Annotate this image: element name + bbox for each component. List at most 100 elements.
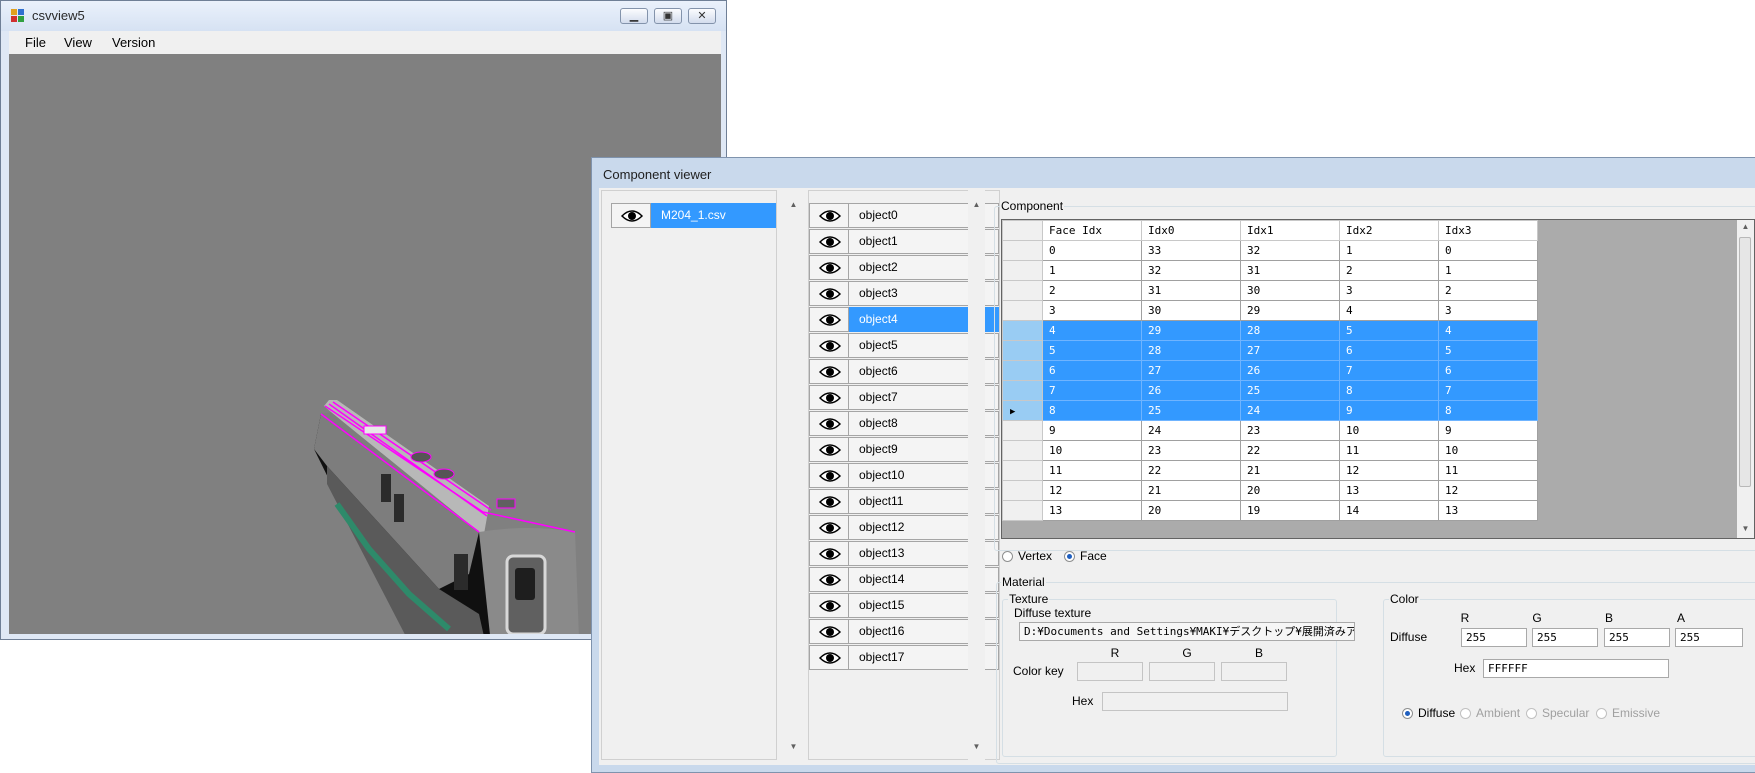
table-cell[interactable]: 32 — [1141, 260, 1241, 281]
component-viewer-titlebar[interactable]: Component viewer — [592, 158, 1755, 186]
table-row[interactable]: ▶ 8 25 24 9 8 — [1002, 400, 1538, 421]
table-cell[interactable]: 25 — [1240, 380, 1340, 401]
table-cell[interactable]: 11 — [1339, 440, 1439, 461]
table-cell[interactable]: 26 — [1240, 360, 1340, 381]
table-cell[interactable]: 31 — [1141, 280, 1241, 301]
table-cell[interactable]: 7 — [1438, 380, 1538, 401]
object-list-scrollbar[interactable]: ▲ ▼ — [968, 190, 985, 760]
table-cell[interactable]: 22 — [1240, 440, 1340, 461]
object-visibility-toggle[interactable] — [809, 567, 849, 592]
color-g-field[interactable]: 255 — [1532, 628, 1598, 647]
table-cell[interactable]: 10 — [1438, 440, 1538, 461]
row-header[interactable] — [1002, 500, 1043, 521]
table-cell[interactable]: 11 — [1438, 460, 1538, 481]
table-row[interactable]: 11 22 21 12 11 — [1002, 460, 1538, 481]
table-cell[interactable]: 6 — [1042, 360, 1142, 381]
row-header[interactable] — [1002, 320, 1043, 341]
table-cell[interactable]: 13 — [1438, 500, 1538, 521]
table-cell[interactable]: 9 — [1438, 420, 1538, 441]
table-cell[interactable]: 2 — [1339, 260, 1439, 281]
object-visibility-toggle[interactable] — [809, 385, 849, 410]
table-cell[interactable]: 2 — [1438, 280, 1538, 301]
table-cell[interactable]: 4 — [1339, 300, 1439, 321]
row-header[interactable] — [1002, 440, 1043, 461]
table-cell[interactable]: 10 — [1339, 420, 1439, 441]
table-cell[interactable]: 3 — [1339, 280, 1439, 301]
menu-version[interactable]: Version — [112, 35, 155, 50]
table-cell[interactable]: 14 — [1339, 500, 1439, 521]
object-visibility-toggle[interactable] — [809, 281, 849, 306]
table-cell[interactable]: 12 — [1042, 480, 1142, 501]
table-cell[interactable]: 13 — [1042, 500, 1142, 521]
scroll-up-icon[interactable]: ▲ — [785, 200, 802, 209]
table-cell[interactable]: 13 — [1339, 480, 1439, 501]
table-cell[interactable]: 5 — [1438, 340, 1538, 361]
object-visibility-toggle[interactable] — [809, 255, 849, 280]
table-row[interactable]: 5 28 27 6 5 — [1002, 340, 1538, 361]
object-visibility-toggle[interactable] — [809, 593, 849, 618]
table-cell[interactable]: 2 — [1042, 280, 1142, 301]
table-cell[interactable]: 4 — [1042, 320, 1142, 341]
table-cell[interactable]: 6 — [1339, 340, 1439, 361]
row-header[interactable] — [1002, 240, 1043, 261]
scroll-up-icon[interactable]: ▲ — [1737, 222, 1754, 231]
component-grid[interactable]: Face Idx Idx0 Idx1 Idx2 Idx3 0 33 32 1 0 1 32 31 2 1 2 3… — [1001, 219, 1755, 539]
table-cell[interactable]: 5 — [1339, 320, 1439, 341]
table-row[interactable]: 2 31 30 3 2 — [1002, 280, 1538, 301]
object-visibility-toggle[interactable] — [809, 645, 849, 670]
color-emissive-radio[interactable]: Emissive — [1596, 706, 1660, 720]
colorkey-r-field[interactable] — [1077, 662, 1143, 681]
table-cell[interactable]: 0 — [1042, 240, 1142, 261]
row-header[interactable] — [1002, 340, 1043, 361]
color-b-field[interactable]: 255 — [1604, 628, 1670, 647]
row-header[interactable] — [1002, 420, 1043, 441]
table-cell[interactable]: 31 — [1240, 260, 1340, 281]
table-cell[interactable]: 8 — [1438, 400, 1538, 421]
table-row[interactable]: 13 20 19 14 13 — [1002, 500, 1538, 521]
object-visibility-toggle[interactable] — [809, 333, 849, 358]
table-row[interactable]: 6 27 26 7 6 — [1002, 360, 1538, 381]
table-cell[interactable]: 11 — [1042, 460, 1142, 481]
file-item[interactable]: M204_1.csv — [651, 203, 776, 228]
object-visibility-toggle[interactable] — [809, 463, 849, 488]
row-header[interactable] — [1002, 480, 1043, 501]
object-visibility-toggle[interactable] — [809, 515, 849, 540]
color-hex-field[interactable]: FFFFFF — [1483, 659, 1669, 678]
color-specular-radio[interactable]: Specular — [1526, 706, 1589, 720]
table-row[interactable]: 10 23 22 11 10 — [1002, 440, 1538, 461]
table-cell[interactable]: 4 — [1438, 320, 1538, 341]
table-row[interactable]: 3 30 29 4 3 — [1002, 300, 1538, 321]
grid-scrollbar[interactable]: ▲ ▼ — [1737, 220, 1754, 538]
column-header[interactable]: Face Idx — [1042, 220, 1142, 241]
table-cell[interactable]: 12 — [1339, 460, 1439, 481]
table-cell[interactable]: 8 — [1042, 400, 1142, 421]
table-cell[interactable]: 32 — [1240, 240, 1340, 261]
table-row[interactable]: 4 29 28 5 4 — [1002, 320, 1538, 341]
scroll-down-icon[interactable]: ▼ — [1737, 524, 1754, 533]
table-cell[interactable]: 24 — [1141, 420, 1241, 441]
object-visibility-toggle[interactable] — [809, 411, 849, 436]
scroll-down-icon[interactable]: ▼ — [968, 742, 985, 751]
object-visibility-toggle[interactable] — [809, 359, 849, 384]
colorkey-g-field[interactable] — [1149, 662, 1215, 681]
table-cell[interactable]: 19 — [1240, 500, 1340, 521]
table-cell[interactable]: 9 — [1339, 400, 1439, 421]
table-cell[interactable]: 33 — [1141, 240, 1241, 261]
table-cell[interactable]: 24 — [1240, 400, 1340, 421]
object-visibility-toggle[interactable] — [809, 541, 849, 566]
table-cell[interactable]: 23 — [1240, 420, 1340, 441]
scroll-down-icon[interactable]: ▼ — [785, 742, 802, 751]
table-cell[interactable]: 20 — [1240, 480, 1340, 501]
color-diffuse-radio[interactable]: Diffuse — [1402, 706, 1455, 720]
colorkey-b-field[interactable] — [1221, 662, 1287, 681]
object-visibility-toggle[interactable] — [809, 489, 849, 514]
mode-vertex-radio[interactable]: Vertex — [1002, 549, 1052, 563]
column-header[interactable]: Idx2 — [1339, 220, 1439, 241]
table-cell[interactable]: 7 — [1339, 360, 1439, 381]
table-cell[interactable]: 23 — [1141, 440, 1241, 461]
color-r-field[interactable]: 255 — [1461, 628, 1527, 647]
object-visibility-toggle[interactable] — [809, 229, 849, 254]
scroll-up-icon[interactable]: ▲ — [968, 200, 985, 209]
row-header[interactable]: ▶ — [1002, 400, 1043, 421]
menu-file[interactable]: File — [25, 35, 46, 50]
